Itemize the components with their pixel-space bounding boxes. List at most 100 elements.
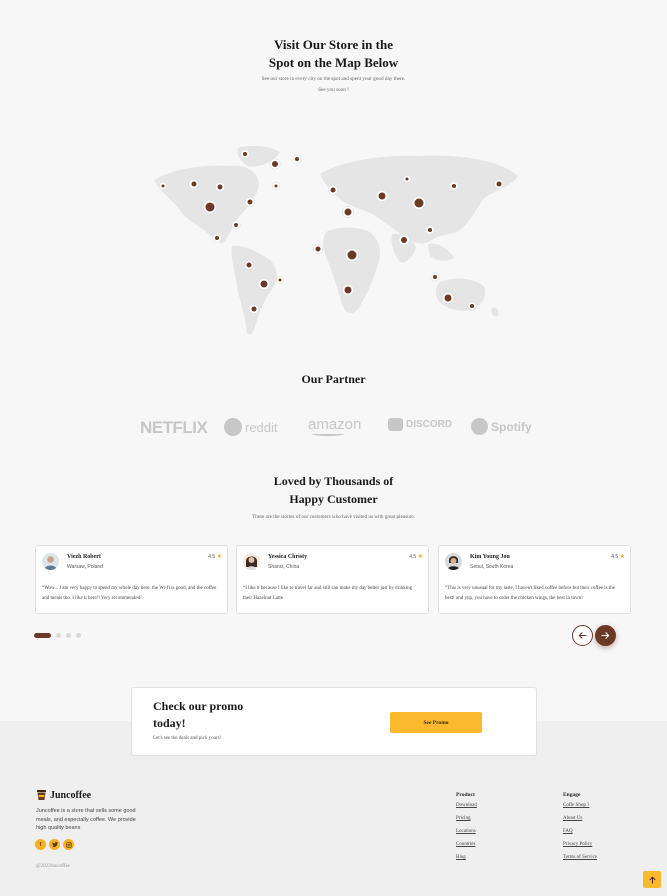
carousel-dot[interactable] bbox=[66, 633, 71, 638]
store-pin-center bbox=[215, 236, 219, 240]
map-africa bbox=[323, 227, 380, 314]
reddit-logo-text: reddit bbox=[245, 419, 278, 435]
star-icon: ★ bbox=[216, 554, 222, 560]
store-pin-center bbox=[315, 246, 321, 252]
footer-product-column: Product Download Pricing Locations Count… bbox=[456, 792, 477, 868]
partner-logos: NETFLIX reddit amazon DISCORD Spotify bbox=[140, 414, 532, 444]
brand-name: Juncoffee bbox=[50, 789, 92, 801]
instagram-icon[interactable] bbox=[63, 839, 74, 850]
store-pin-center bbox=[161, 184, 165, 188]
link-faq[interactable]: FAQ bbox=[563, 829, 597, 835]
facebook-icon[interactable]: f bbox=[35, 839, 46, 850]
rating-value: 4.5 bbox=[208, 554, 216, 560]
reddit-icon bbox=[224, 418, 242, 436]
store-pin-center bbox=[274, 184, 278, 188]
promo-banner: Check our promo today! Let's see the dea… bbox=[131, 687, 537, 756]
scroll-to-top-button[interactable] bbox=[643, 871, 661, 888]
star-icon: ★ bbox=[619, 554, 625, 560]
avatar bbox=[445, 553, 462, 570]
store-pin-center bbox=[234, 223, 238, 227]
store-pin-center bbox=[433, 275, 437, 279]
promo-title-line2: today! bbox=[153, 716, 186, 730]
store-pin-center bbox=[496, 181, 502, 187]
testimonials-title: Loved by Thousands of Happy Customer bbox=[0, 472, 667, 508]
footer-brand[interactable]: Juncoffee bbox=[36, 789, 91, 801]
store-pin-center bbox=[378, 192, 386, 200]
link-locations[interactable]: Locations bbox=[456, 829, 477, 835]
store-pin-center bbox=[260, 280, 268, 288]
coffee-cup-icon bbox=[37, 790, 46, 800]
store-pin-center bbox=[428, 228, 432, 232]
store-pin-center bbox=[452, 184, 456, 188]
link-countries[interactable]: Countries bbox=[456, 842, 477, 848]
testimonial-name: Kim Young Jou bbox=[470, 554, 510, 560]
map-new-zealand bbox=[491, 307, 499, 317]
link-download[interactable]: Download bbox=[456, 803, 477, 809]
carousel-dot[interactable] bbox=[76, 633, 81, 638]
link-blog[interactable]: Blog bbox=[456, 855, 477, 861]
store-pin-center bbox=[247, 199, 253, 205]
amazon-logo: amazon bbox=[308, 416, 361, 436]
spotify-icon bbox=[471, 418, 488, 435]
store-subtitle-line2: See you soon ! bbox=[318, 87, 349, 93]
store-title-line2: Spot on the Map Below bbox=[268, 55, 399, 70]
promo-subtitle: Let's see the deals and pick yours! bbox=[153, 736, 222, 741]
store-pin-center bbox=[330, 187, 336, 193]
testimonial-location: Shanxi, China bbox=[268, 564, 300, 570]
testimonial-card: Yessica Christy Shanxi, China 4.5 ★ “I l… bbox=[236, 545, 429, 614]
testimonial-text: “Wow... I am very happy to spend my whol… bbox=[42, 586, 217, 601]
link-coffee-shop[interactable]: Coffe Shop ? bbox=[563, 803, 597, 809]
link-pricing[interactable]: Pricing bbox=[456, 816, 477, 822]
store-pin-center bbox=[444, 294, 452, 302]
testimonial-rating: 4.5 ★ bbox=[409, 553, 423, 560]
testimonials-title-line1: Loved by Thousands of bbox=[273, 474, 394, 488]
social-links: f bbox=[35, 839, 74, 850]
partner-title: Our Partner bbox=[301, 372, 366, 386]
engage-heading: Engage bbox=[563, 792, 581, 798]
world-map bbox=[154, 145, 518, 335]
store-pin-center bbox=[344, 286, 352, 294]
store-pin-center bbox=[243, 152, 247, 156]
store-pin-center bbox=[205, 202, 215, 212]
testimonial-name: Yessica Christy bbox=[268, 554, 308, 560]
spotify-logo: Spotify bbox=[471, 418, 532, 435]
avatar bbox=[243, 553, 260, 570]
product-heading: Product bbox=[456, 792, 475, 798]
store-pin-center bbox=[347, 250, 357, 260]
testimonial-text: “This is very unusual for my taste, I ha… bbox=[445, 586, 615, 601]
promo-title: Check our promo today! bbox=[153, 698, 243, 732]
discord-logo-text: DISCORD bbox=[406, 419, 453, 430]
store-pin-center bbox=[191, 181, 197, 187]
previous-button[interactable] bbox=[572, 625, 593, 646]
discord-icon bbox=[388, 418, 403, 431]
map-south-america bbox=[231, 245, 277, 335]
store-pin-center bbox=[278, 278, 282, 282]
next-button[interactable] bbox=[595, 625, 616, 646]
link-terms-of-service[interactable]: Terms of Service bbox=[563, 855, 597, 861]
testimonial-name: Viezh Robert bbox=[67, 554, 101, 560]
arrow-left-icon bbox=[578, 632, 587, 639]
avatar bbox=[42, 553, 59, 570]
carousel-dot[interactable] bbox=[56, 633, 61, 638]
store-title-line1: Visit Our Store in the bbox=[274, 37, 393, 52]
testimonials-title-line2: Happy Customer bbox=[289, 492, 378, 506]
store-pin-center bbox=[246, 262, 252, 268]
store-pin-center bbox=[470, 304, 474, 308]
link-about-us[interactable]: About Us bbox=[563, 816, 597, 822]
testimonial-text: “I like it because I like to travel far … bbox=[243, 586, 413, 601]
testimonial-rating: 4.5 ★ bbox=[208, 553, 222, 560]
reddit-logo: reddit bbox=[224, 418, 278, 436]
rating-value: 4.5 bbox=[611, 554, 619, 560]
store-subtitle: See our store in every city on the spot … bbox=[0, 74, 667, 96]
arrow-right-icon bbox=[601, 632, 610, 639]
carousel-dot-active[interactable] bbox=[34, 633, 51, 638]
see-promo-button[interactable]: See Promo bbox=[390, 712, 482, 733]
store-pin-center bbox=[217, 184, 223, 190]
store-subtitle-line1: See our store in every city on the spot … bbox=[261, 76, 406, 82]
store-pin-center bbox=[405, 177, 409, 181]
twitter-icon[interactable] bbox=[49, 839, 60, 850]
map-se-asia bbox=[428, 243, 454, 261]
amazon-logo-text: amazon bbox=[308, 416, 362, 433]
link-privacy-policy[interactable]: Privacy Policy bbox=[563, 842, 597, 848]
testimonial-rating: 4.5 ★ bbox=[611, 553, 625, 560]
